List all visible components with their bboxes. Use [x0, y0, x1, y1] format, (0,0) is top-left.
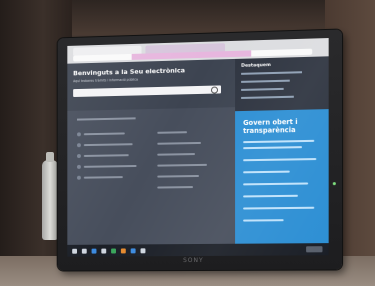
list-item[interactable] — [157, 159, 207, 171]
highlight-link[interactable] — [241, 71, 303, 75]
panel-link[interactable] — [243, 194, 298, 198]
open-government-panel: Govern obert i transparència — [235, 109, 329, 246]
list-item-label — [157, 163, 207, 167]
list-item-label — [157, 185, 194, 189]
panel-link[interactable] — [243, 219, 284, 222]
highlights-sidebar: Destaquem — [235, 56, 329, 112]
list-item-label — [157, 174, 199, 178]
panel-title-line2: transparència — [243, 126, 296, 136]
bullet-icon — [77, 142, 81, 147]
procedures-section — [67, 107, 236, 257]
power-led — [332, 182, 336, 186]
panel-title: Govern obert i transparència — [243, 118, 297, 135]
list-item-label — [157, 152, 196, 156]
bullet-icon — [77, 131, 81, 136]
list-item-label — [157, 130, 188, 134]
list-item-label — [83, 175, 123, 179]
panel-link[interactable] — [243, 146, 303, 150]
list-item-label — [83, 142, 133, 146]
highlight-link[interactable] — [241, 79, 290, 83]
search-icon[interactable] — [81, 248, 87, 254]
highlight-link[interactable] — [241, 95, 294, 99]
list-item[interactable] — [77, 171, 137, 183]
bullet-icon — [77, 175, 81, 180]
list-item[interactable] — [157, 137, 207, 149]
start-icon[interactable] — [72, 248, 78, 254]
search-input[interactable] — [73, 85, 222, 98]
list-item[interactable] — [157, 148, 207, 160]
monitor-screen: Benvinguts a la Seu electrònica Aquí tro… — [67, 38, 329, 257]
list-item-label — [157, 141, 201, 145]
bullet-icon — [77, 164, 81, 169]
panel-link[interactable] — [243, 206, 315, 210]
hero-subtitle: Aquí trobareu tràmits i informació públi… — [73, 77, 139, 84]
panel-link[interactable] — [243, 182, 309, 186]
list-item[interactable] — [157, 170, 207, 182]
system-clock[interactable] — [306, 246, 323, 253]
taskbar — [67, 243, 329, 257]
section-heading — [77, 117, 136, 121]
highlights-title: Destaquem — [241, 62, 271, 69]
panel-link[interactable] — [243, 158, 317, 162]
computer-monitor: Benvinguts a la Seu electrònica Aquí tro… — [57, 29, 343, 271]
app-icon[interactable] — [111, 248, 116, 253]
bullet-icon — [77, 153, 81, 158]
office-scene: Benvinguts a la Seu electrònica Aquí tro… — [0, 0, 375, 286]
procedures-column-right — [157, 126, 207, 193]
procedures-column-left — [77, 127, 137, 182]
search-icon[interactable] — [210, 86, 218, 94]
bottle — [42, 152, 58, 240]
panel-link[interactable] — [243, 139, 315, 144]
list-item-label — [83, 153, 129, 157]
panel-link[interactable] — [243, 170, 290, 174]
hero-title: Benvinguts a la Seu electrònica — [73, 66, 185, 78]
app-icon[interactable] — [140, 247, 146, 253]
app-icon[interactable] — [130, 247, 136, 253]
browser-icon[interactable] — [91, 248, 97, 254]
list-item[interactable] — [157, 181, 207, 193]
monitor-brand-logo: SONY — [183, 256, 204, 265]
highlight-link[interactable] — [241, 87, 284, 91]
list-item-label — [83, 131, 125, 135]
folder-icon[interactable] — [101, 248, 107, 254]
hero-banner: Benvinguts a la Seu electrònica Aquí tro… — [67, 58, 236, 111]
list-item-label — [83, 164, 137, 168]
app-icon[interactable] — [120, 247, 126, 253]
